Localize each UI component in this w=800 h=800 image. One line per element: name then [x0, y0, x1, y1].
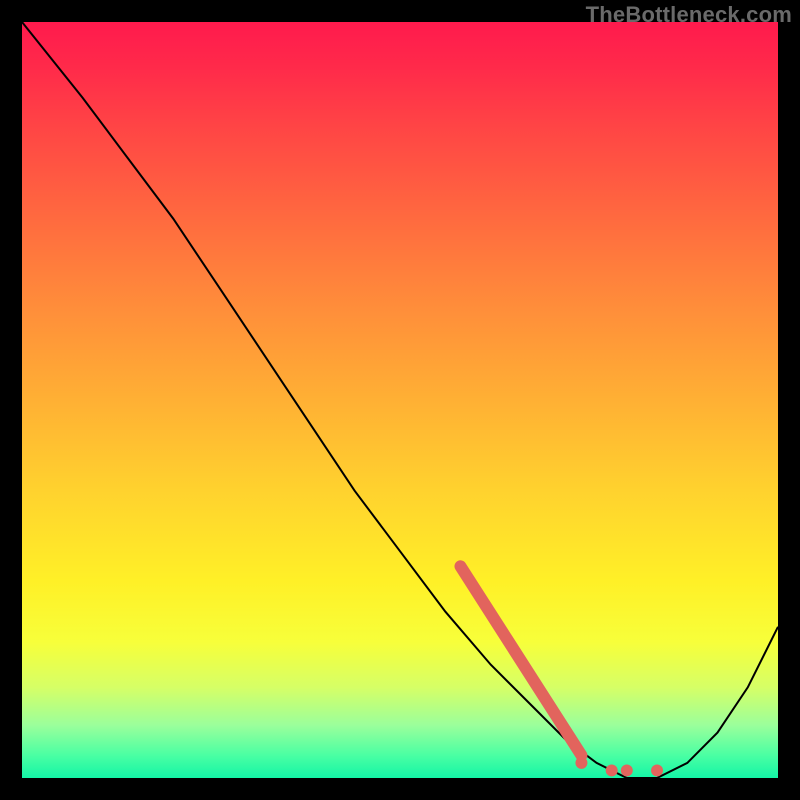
marker-dot: [575, 757, 587, 769]
bottleneck-curve: [22, 22, 778, 778]
trend-segment: [460, 566, 581, 755]
marker-dot: [621, 764, 633, 776]
chart-frame: TheBottleneck.com: [0, 0, 800, 800]
marker-dot: [651, 764, 663, 776]
curve-svg: [22, 22, 778, 778]
plot-area: [22, 22, 778, 778]
marker-dot: [606, 764, 618, 776]
